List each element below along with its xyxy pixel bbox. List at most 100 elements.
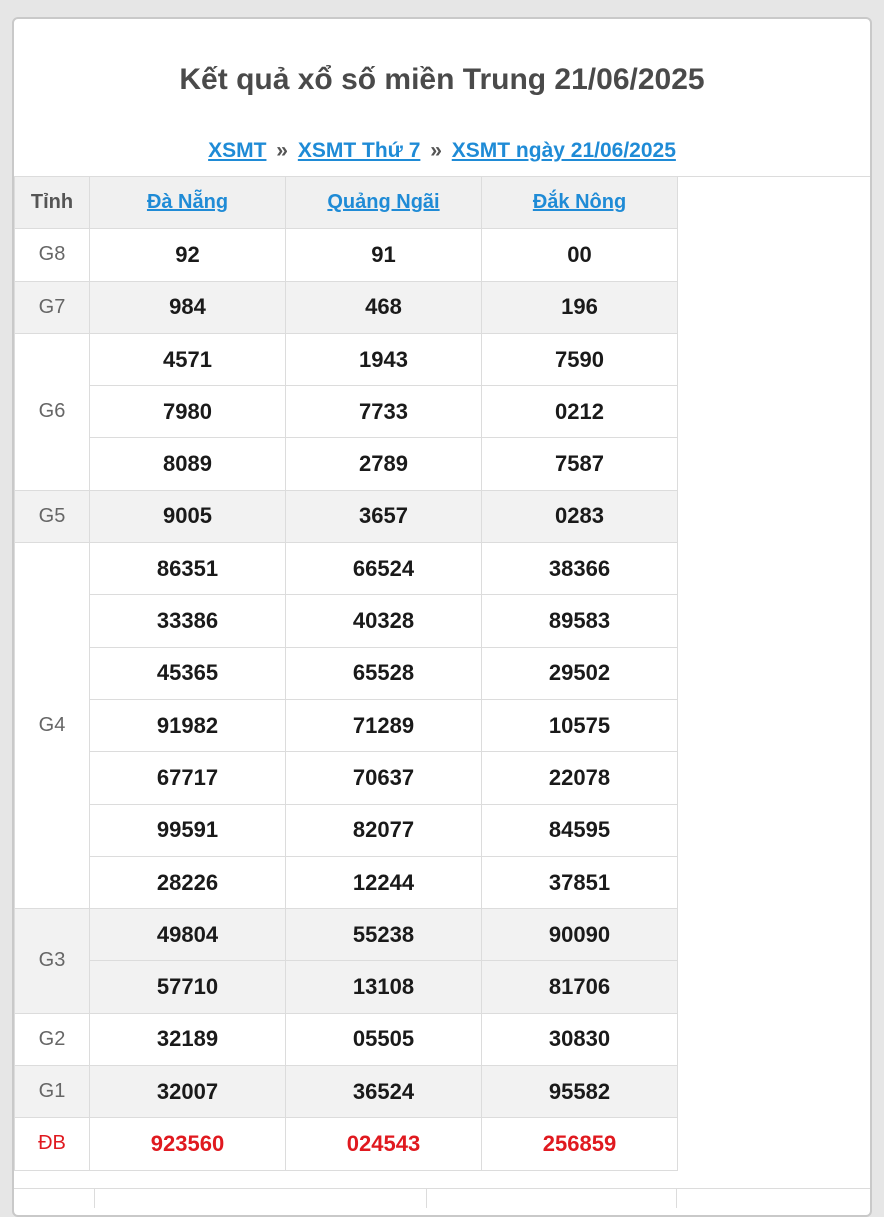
prize-label: G3	[14, 908, 90, 1014]
result-number: 89583	[481, 594, 678, 648]
result-number: 33386	[89, 594, 286, 648]
divider	[14, 1188, 870, 1189]
result-number: 13108	[285, 960, 482, 1014]
page-title: Kết quả xổ số miền Trung 21/06/2025	[179, 63, 705, 96]
result-number: 28226	[89, 855, 286, 910]
result-number: 8089	[89, 437, 286, 491]
result-number: 468	[285, 280, 482, 334]
result-number: 29502	[481, 646, 678, 700]
result-number: 99591	[89, 803, 286, 857]
result-number: 49804	[89, 908, 286, 962]
header-province: Đắk Nông	[481, 175, 678, 230]
result-number: 40328	[285, 594, 482, 648]
result-number: 4571	[89, 332, 286, 387]
result-number: 91982	[89, 698, 286, 753]
result-number: 0212	[481, 385, 678, 439]
result-number: 923560	[89, 1117, 286, 1171]
prize-label: G2	[14, 1012, 90, 1067]
results-card: Kết quả xổ số miền Trung 21/06/2025 XSMT…	[12, 17, 872, 1217]
prize-label: G7	[14, 280, 90, 334]
result-number: 12244	[285, 855, 482, 910]
table-row: 33386 40328 89583	[15, 594, 678, 648]
province-link-quang-ngai[interactable]: Quảng Ngãi	[327, 191, 439, 213]
result-number: 70637	[285, 751, 482, 805]
result-number: 7733	[285, 385, 482, 439]
divider	[426, 1188, 427, 1208]
result-number: 00	[481, 228, 678, 282]
result-number: 22078	[481, 751, 678, 805]
table-row: 7980 7733 0212	[15, 385, 678, 439]
result-number: 84595	[481, 803, 678, 857]
table-row: G1 32007 36524 95582	[14, 1065, 678, 1119]
result-number: 7590	[481, 332, 678, 387]
result-number: 32007	[89, 1065, 286, 1119]
table-row: G4 86351 66524 38366	[14, 542, 678, 910]
breadcrumb-link-xsmt-thu-7[interactable]: XSMT Thứ 7	[298, 139, 421, 162]
prize-label: G6	[14, 332, 90, 491]
results-table: Tỉnh Đà Nẵng Quảng Ngãi Đắk Nông G8 92 91 0…	[14, 175, 678, 1171]
result-number: 65528	[285, 646, 482, 700]
prize-label: G8	[14, 228, 90, 282]
result-number: 45365	[89, 646, 286, 700]
header-province-label: Tỉnh	[14, 175, 90, 230]
result-number: 1943	[285, 332, 482, 387]
breadcrumb: XSMT » XSMT Thứ 7 » XSMT ngày 21/06/2025	[14, 139, 870, 163]
result-number: 32189	[89, 1012, 286, 1067]
breadcrumb-link-xsmt[interactable]: XSMT	[208, 139, 266, 162]
table-row: G5 9005 3657 0283	[14, 489, 678, 544]
result-number: 91	[285, 228, 482, 282]
result-number: 90090	[481, 908, 678, 962]
table-row: G2 32189 05505 30830	[14, 1012, 678, 1067]
results-body: G8 92 91 00 G7 984 468 196 G6 4571 1943 7590 7980 773…	[14, 228, 678, 1171]
breadcrumb-separator: »	[430, 139, 442, 162]
prize-label: G1	[14, 1065, 90, 1119]
table-row: G8 92 91 00	[14, 228, 678, 282]
result-number: 81706	[481, 960, 678, 1014]
breadcrumb-link-xsmt-date[interactable]: XSMT ngày 21/06/2025	[452, 139, 676, 162]
table-header-row: Tỉnh Đà Nẵng Quảng Ngãi Đắk Nông	[14, 175, 678, 230]
prize-label: G4	[14, 542, 90, 910]
province-link-dak-nong[interactable]: Đắk Nông	[533, 191, 626, 213]
result-number: 30830	[481, 1012, 678, 1067]
result-number: 2789	[285, 437, 482, 491]
table-row: 67717 70637 22078	[15, 751, 678, 805]
result-number: 86351	[89, 542, 286, 596]
result-number: 196	[481, 280, 678, 334]
result-number: 92	[89, 228, 286, 282]
result-number: 05505	[285, 1012, 482, 1067]
result-number: 0283	[481, 489, 678, 544]
result-number: 55238	[285, 908, 482, 962]
result-number: 71289	[285, 698, 482, 753]
result-number: 95582	[481, 1065, 678, 1119]
result-number: 7980	[89, 385, 286, 439]
table-row: 91982 71289 10575	[15, 698, 678, 753]
header-province: Quảng Ngãi	[285, 175, 482, 230]
result-number: 57710	[89, 960, 286, 1014]
prize-label: ĐB	[14, 1117, 90, 1171]
breadcrumb-separator: »	[276, 139, 288, 162]
result-number: 82077	[285, 803, 482, 857]
province-link-da-nang[interactable]: Đà Nẵng	[147, 191, 228, 213]
header-province: Đà Nẵng	[89, 175, 286, 230]
table-row: G7 984 468 196	[14, 280, 678, 334]
table-row: 28226 12244 37851	[15, 855, 678, 910]
result-number: 67717	[89, 751, 286, 805]
result-number: 3657	[285, 489, 482, 544]
prize-label: G5	[14, 489, 90, 544]
divider	[94, 1188, 95, 1208]
table-row: 57710 13108 81706	[15, 960, 678, 1014]
result-number: 66524	[285, 542, 482, 596]
table-row: 45365 65528 29502	[15, 646, 678, 700]
result-number: 256859	[481, 1117, 678, 1171]
result-number: 36524	[285, 1065, 482, 1119]
result-number: 7587	[481, 437, 678, 491]
result-number: 38366	[481, 542, 678, 596]
table-row: ĐB 923560 024543 256859	[14, 1117, 678, 1171]
result-number: 024543	[285, 1117, 482, 1171]
divider	[676, 1188, 677, 1208]
table-row: G3 49804 55238 90090	[14, 908, 678, 1014]
result-number: 37851	[481, 855, 678, 910]
result-number: 984	[89, 280, 286, 334]
table-row: 99591 82077 84595	[15, 803, 678, 857]
table-row: G6 4571 1943 7590	[14, 332, 678, 491]
